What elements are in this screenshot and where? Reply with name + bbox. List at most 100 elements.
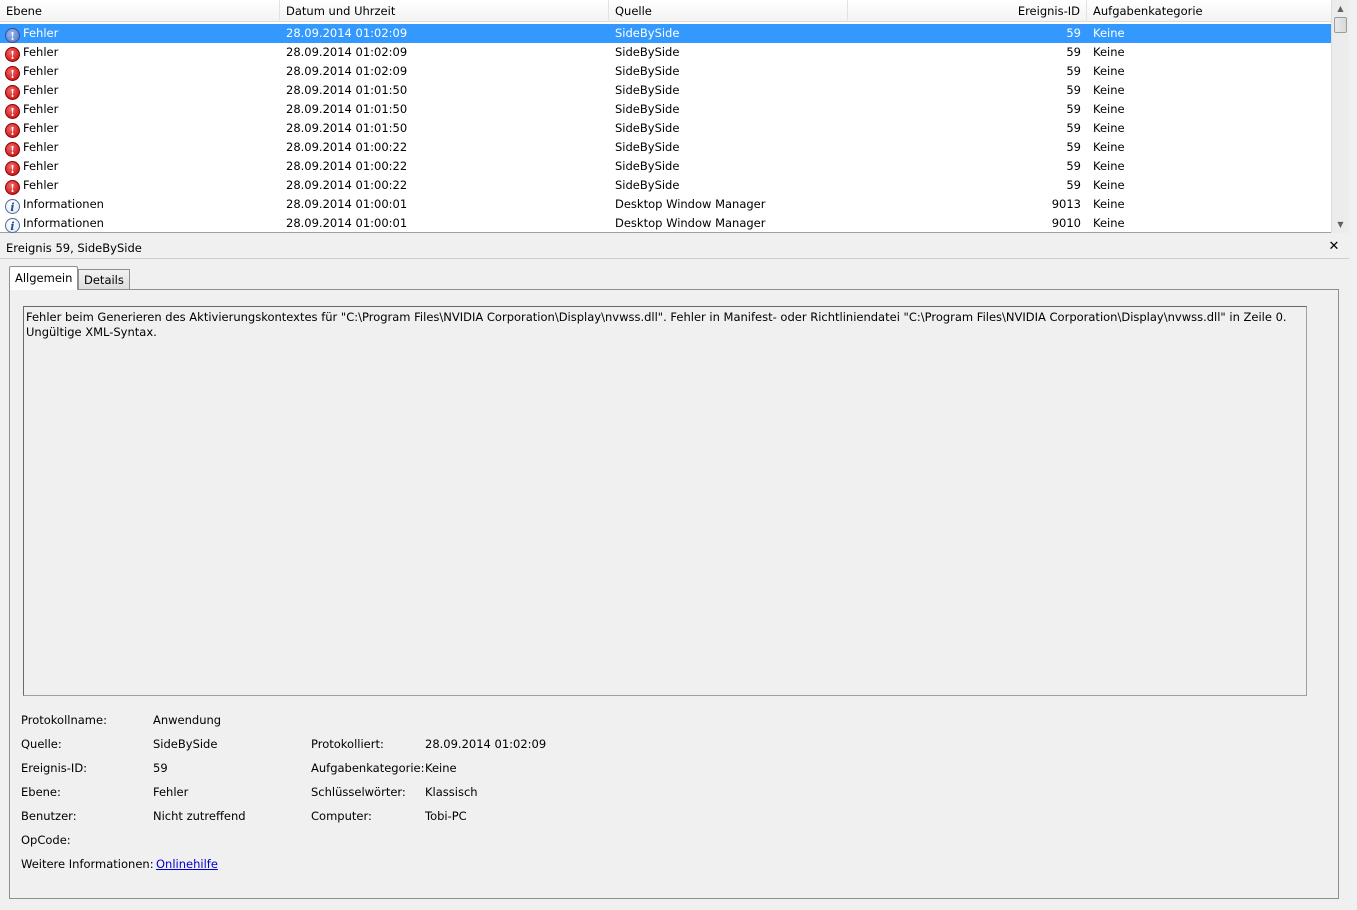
row-event-id: 59 bbox=[1066, 159, 1081, 173]
keywords-value: Klassisch bbox=[425, 785, 478, 799]
table-row[interactable]: ! Fehler 28.09.2014 01:02:09 SideBySide 59 Ke… bbox=[0, 43, 1331, 62]
row-category: Keine bbox=[1093, 45, 1125, 59]
row-level: ! Fehler bbox=[5, 43, 275, 62]
row-level-text: Fehler bbox=[23, 64, 59, 78]
source-value: SideBySide bbox=[153, 737, 218, 751]
table-row[interactable]: ! Fehler 28.09.2014 01:01:50 SideBySide 59 Ke… bbox=[0, 100, 1331, 119]
tab-general[interactable]: Allgemein bbox=[9, 266, 79, 290]
row-category: Keine bbox=[1093, 102, 1125, 116]
column-header-category[interactable]: Aufgabenkategorie bbox=[1087, 0, 1331, 22]
error-icon: ! bbox=[5, 142, 20, 157]
scroll-up-arrow-icon[interactable]: ▲ bbox=[1332, 0, 1349, 17]
close-icon[interactable]: ✕ bbox=[1327, 240, 1341, 254]
scroll-thumb[interactable] bbox=[1334, 17, 1347, 33]
row-event-id: 59 bbox=[1066, 45, 1081, 59]
computer-value: Tobi-PC bbox=[425, 809, 467, 823]
table-row[interactable]: ! Fehler 28.09.2014 01:02:09 SideBySide 59 Ke… bbox=[0, 24, 1331, 43]
row-level: ! Fehler bbox=[5, 24, 275, 43]
error-icon: ! bbox=[5, 66, 20, 81]
computer-label: Computer: bbox=[311, 809, 372, 823]
category-label: Aufgabenkategorie: bbox=[311, 761, 425, 775]
opcode-label: OpCode: bbox=[21, 833, 71, 847]
event-id-label: Ereignis-ID: bbox=[21, 761, 88, 775]
table-row[interactable]: ! Fehler 28.09.2014 01:00:22 SideBySide 59 Ke… bbox=[0, 176, 1331, 195]
row-level-text: Fehler bbox=[23, 45, 59, 59]
row-date: 28.09.2014 01:01:50 bbox=[286, 102, 408, 116]
row-event-id: 9013 bbox=[1051, 197, 1081, 211]
row-level: ! Fehler bbox=[5, 176, 275, 195]
row-date: 28.09.2014 01:01:50 bbox=[286, 121, 408, 135]
row-event-id: 59 bbox=[1066, 178, 1081, 192]
error-icon: ! bbox=[5, 104, 20, 119]
row-date: 28.09.2014 01:00:22 bbox=[286, 159, 408, 173]
user-label: Benutzer: bbox=[21, 809, 77, 823]
level-label: Ebene: bbox=[21, 785, 61, 799]
logged-value: 28.09.2014 01:02:09 bbox=[425, 737, 547, 751]
event-rows: ! Fehler 28.09.2014 01:02:09 SideBySide 59 Ke… bbox=[0, 24, 1331, 233]
row-category: Keine bbox=[1093, 121, 1125, 135]
row-source: SideBySide bbox=[615, 83, 680, 97]
row-source: SideBySide bbox=[615, 102, 680, 116]
row-category: Keine bbox=[1093, 26, 1125, 40]
row-source: SideBySide bbox=[615, 178, 680, 192]
error-icon: ! bbox=[5, 180, 20, 195]
level-value: Fehler bbox=[153, 785, 189, 799]
row-source: SideBySide bbox=[615, 26, 680, 40]
vertical-scrollbar[interactable]: ▲ ▼ bbox=[1331, 0, 1349, 233]
detail-title: Ereignis 59, SideBySide bbox=[0, 237, 1349, 259]
online-help-link[interactable]: Onlinehilfe bbox=[156, 857, 218, 871]
row-date: 28.09.2014 01:00:01 bbox=[286, 216, 408, 230]
info-icon: i bbox=[5, 199, 20, 214]
row-level: ! Fehler bbox=[5, 138, 275, 157]
row-date: 28.09.2014 01:02:09 bbox=[286, 26, 408, 40]
error-icon: ! bbox=[5, 28, 20, 43]
row-date: 28.09.2014 01:00:22 bbox=[286, 178, 408, 192]
row-date: 28.09.2014 01:02:09 bbox=[286, 64, 408, 78]
event-message[interactable]: Fehler beim Generieren des Aktivierungsk… bbox=[23, 306, 1307, 696]
scroll-down-arrow-icon[interactable]: ▼ bbox=[1332, 216, 1349, 233]
table-row[interactable]: ! Fehler 28.09.2014 01:00:22 SideBySide 59 Ke… bbox=[0, 157, 1331, 176]
row-level-text: Informationen bbox=[23, 197, 104, 211]
event-id-value: 59 bbox=[153, 761, 168, 775]
row-source: SideBySide bbox=[615, 140, 680, 154]
row-event-id: 59 bbox=[1066, 83, 1081, 97]
row-source: SideBySide bbox=[615, 121, 680, 135]
row-date: 28.09.2014 01:00:01 bbox=[286, 197, 408, 211]
column-header-event-id[interactable]: Ereignis-ID bbox=[848, 0, 1087, 22]
row-event-id: 9010 bbox=[1051, 216, 1081, 230]
row-level-text: Fehler bbox=[23, 140, 59, 154]
row-source: SideBySide bbox=[615, 64, 680, 78]
column-header-source[interactable]: Quelle bbox=[609, 0, 848, 22]
user-value: Nicht zutreffend bbox=[153, 809, 246, 823]
error-icon: ! bbox=[5, 123, 20, 138]
table-row[interactable]: i Informationen 28.09.2014 01:00:01 Desktop… bbox=[0, 195, 1331, 214]
row-level-text: Fehler bbox=[23, 83, 59, 97]
row-level-text: Fehler bbox=[23, 102, 59, 116]
table-row[interactable]: ! Fehler 28.09.2014 01:02:09 SideBySide 59 Ke… bbox=[0, 62, 1331, 81]
row-category: Keine bbox=[1093, 216, 1125, 230]
log-name-value: Anwendung bbox=[153, 713, 222, 727]
row-level-text: Fehler bbox=[23, 121, 59, 135]
row-category: Keine bbox=[1093, 159, 1125, 173]
row-level-text: Fehler bbox=[23, 26, 59, 40]
error-icon: ! bbox=[5, 161, 20, 176]
row-event-id: 59 bbox=[1066, 140, 1081, 154]
row-category: Keine bbox=[1093, 64, 1125, 78]
list-header: Ebene Datum und Uhrzeit Quelle Ereignis-… bbox=[0, 0, 1331, 22]
table-row[interactable]: ! Fehler 28.09.2014 01:01:50 SideBySide 59 Ke… bbox=[0, 81, 1331, 100]
column-header-level[interactable]: Ebene bbox=[0, 0, 280, 22]
row-level: i Informationen bbox=[5, 195, 275, 214]
row-category: Keine bbox=[1093, 178, 1125, 192]
error-icon: ! bbox=[5, 85, 20, 100]
table-row[interactable]: ! Fehler 28.09.2014 01:00:22 SideBySide 59 Ke… bbox=[0, 138, 1331, 157]
row-level: i Informationen bbox=[5, 214, 275, 233]
row-event-id: 59 bbox=[1066, 102, 1081, 116]
tab-details[interactable]: Details bbox=[78, 269, 130, 290]
table-row[interactable]: i Informationen 28.09.2014 01:00:01 Desktop… bbox=[0, 214, 1331, 233]
column-header-date[interactable]: Datum und Uhrzeit bbox=[280, 0, 609, 22]
row-date: 28.09.2014 01:02:09 bbox=[286, 45, 408, 59]
log-name-label: Protokollname: bbox=[21, 713, 107, 727]
event-list[interactable]: Ebene Datum und Uhrzeit Quelle Ereignis-… bbox=[0, 0, 1349, 233]
table-row[interactable]: ! Fehler 28.09.2014 01:01:50 SideBySide 59 Ke… bbox=[0, 119, 1331, 138]
error-icon: ! bbox=[5, 47, 20, 62]
